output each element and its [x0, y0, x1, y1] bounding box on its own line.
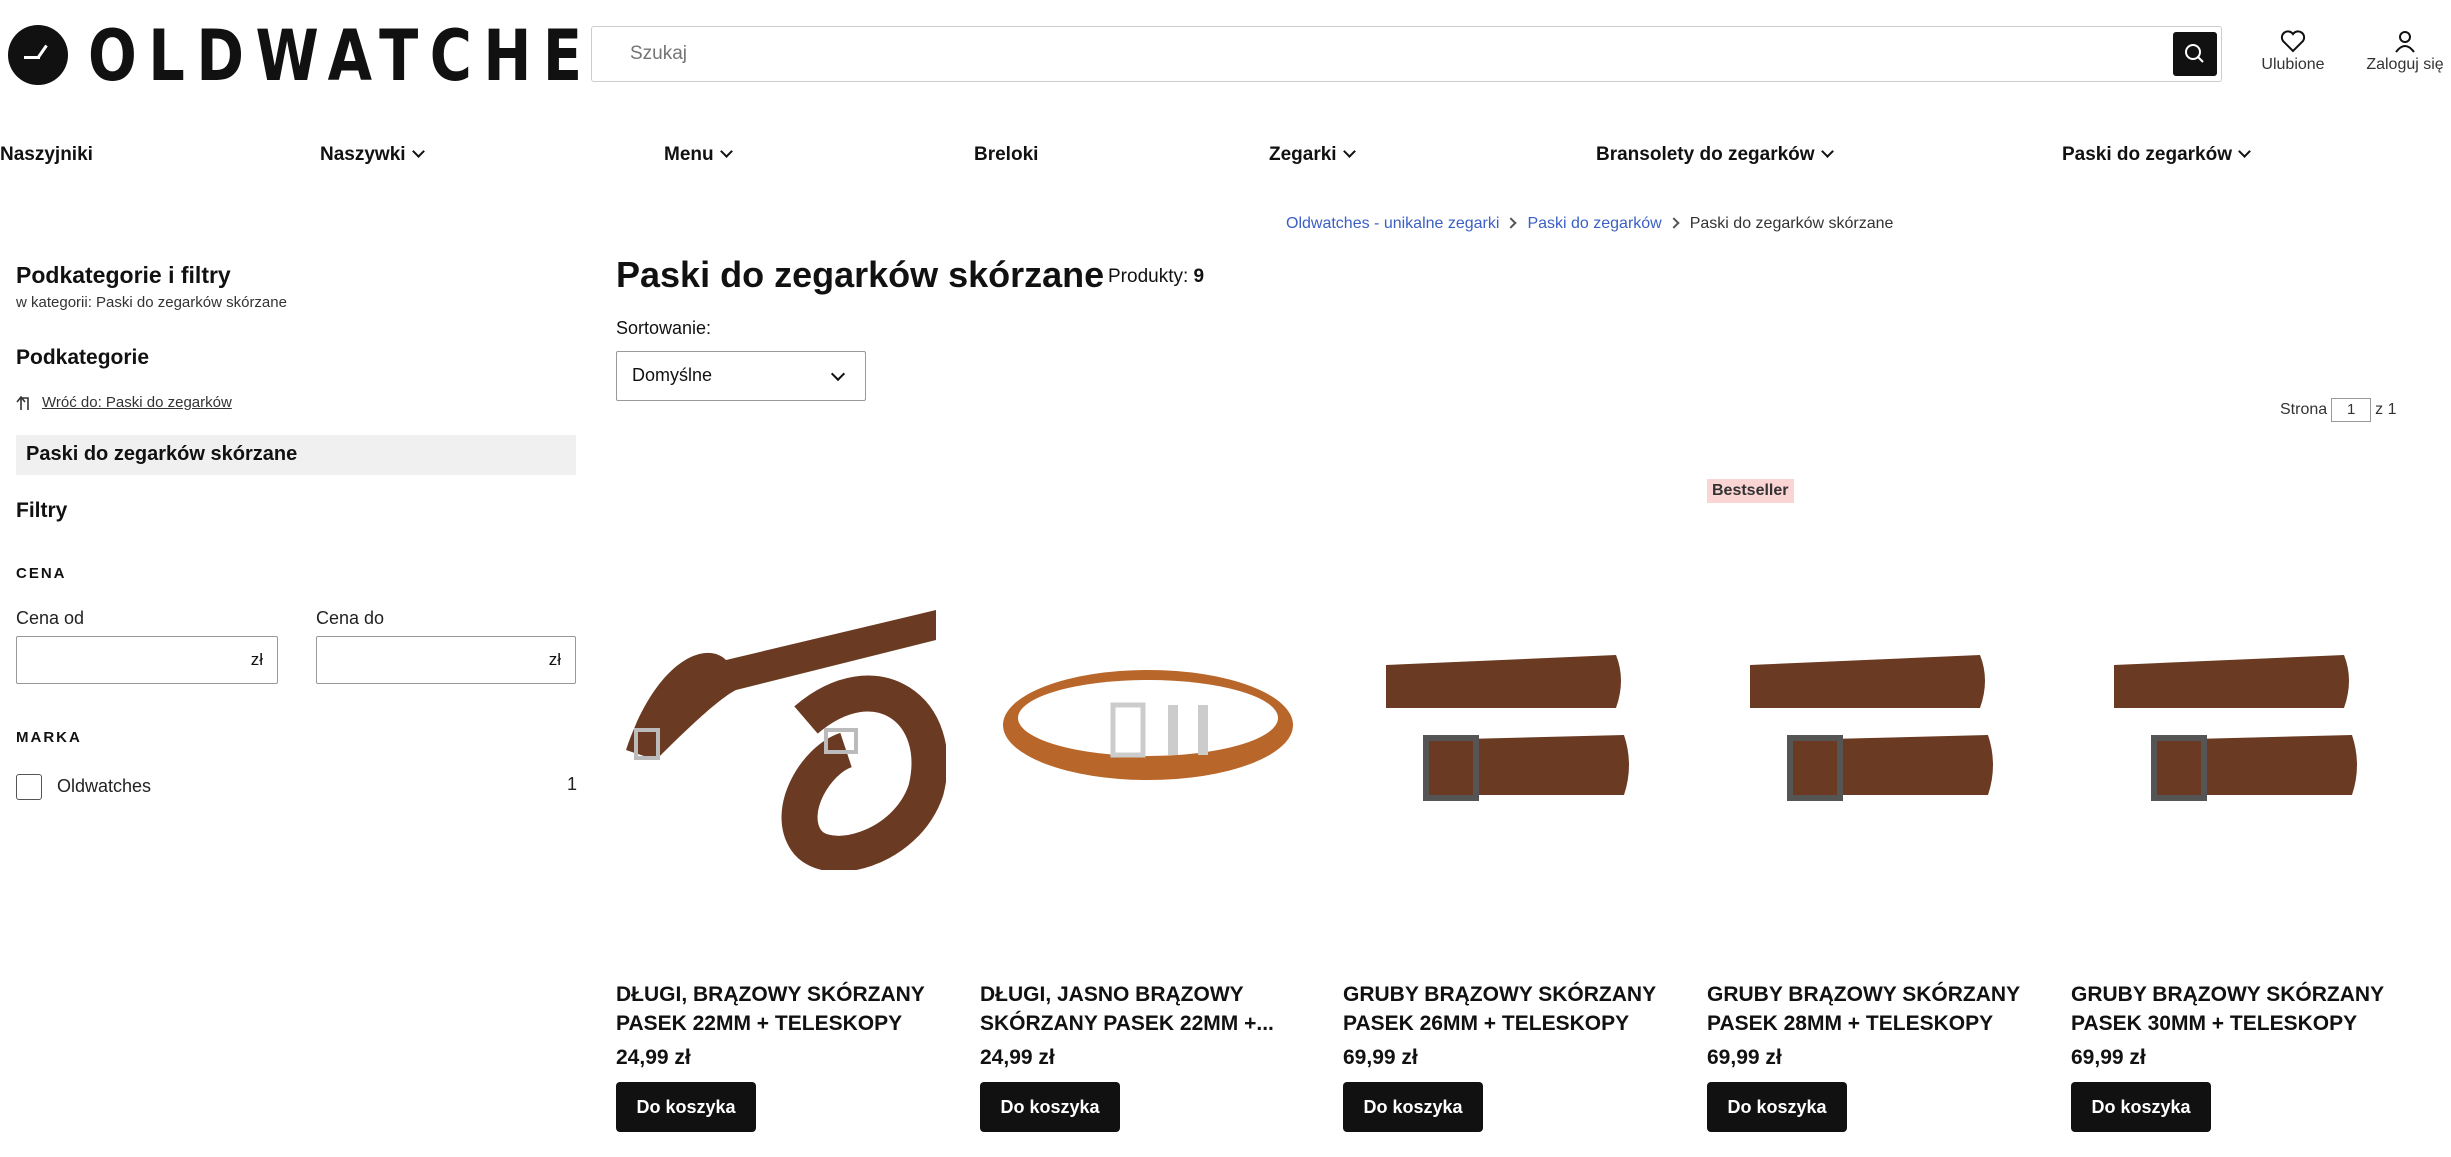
chevron-down-icon — [1342, 145, 1356, 158]
heart-icon — [2280, 30, 2306, 53]
sort-select[interactable]: Domyślne — [616, 351, 866, 401]
add-to-cart-button[interactable]: Do koszyka — [2071, 1082, 2211, 1132]
brand-label[interactable]: Oldwatches — [57, 776, 151, 797]
product-price: 24,99 zł — [616, 1046, 691, 1069]
bestseller-badge: Bestseller — [1707, 479, 1794, 503]
product-image[interactable] — [616, 600, 948, 872]
breadcrumb: Oldwatches - unikalne zegarki Paski do ze… — [1286, 215, 1893, 233]
product-name[interactable]: GRUBY BRĄZOWY SKÓRZANY PASEK 30MM + TELE… — [2071, 980, 2391, 1038]
sort-label: Sortowanie: — [616, 318, 712, 338]
page-input[interactable]: 1 — [2331, 398, 2372, 422]
brand-checkbox[interactable] — [16, 774, 42, 800]
nav-item-naszyjniki[interactable]: Naszyjniki — [0, 144, 93, 166]
add-to-cart-button[interactable]: Do koszyka — [616, 1082, 756, 1132]
nav-item-menu[interactable]: Menu — [664, 144, 733, 166]
subcategories-heading: Podkategorie — [16, 346, 150, 369]
nav-item-zegarki[interactable]: Zegarki — [1269, 144, 1356, 166]
product-count: Produkty: 9 — [1108, 266, 1205, 287]
breadcrumb-home[interactable]: Oldwatches - unikalne zegarki — [1286, 215, 1499, 232]
nav-item-paski[interactable]: Paski do zegarków — [2062, 144, 2251, 166]
price-to-input[interactable]: zł — [316, 636, 576, 684]
search-bar — [591, 26, 2222, 82]
product-price: 69,99 zł — [1707, 1046, 1782, 1069]
product-image[interactable] — [1710, 600, 2040, 870]
product-name[interactable]: DŁUGI, BRĄZOWY SKÓRZANY PASEK 22MM + TEL… — [616, 980, 936, 1038]
price-from-input[interactable]: zł — [16, 636, 278, 684]
sidebar-item-active-category[interactable]: Paski do zegarków skórzane — [16, 435, 576, 475]
price-to-label: Cena do — [316, 608, 385, 628]
product-name[interactable]: DŁUGI, JASNO BRĄZOWY SKÓRZANY PASEK 22MM… — [980, 980, 1300, 1038]
filters-heading: Filtry — [16, 499, 68, 522]
login-link[interactable]: Zaloguj się — [2343, 28, 2451, 74]
user-icon — [2395, 31, 2415, 53]
search-input[interactable] — [592, 27, 2152, 81]
brand-heading: MARKA — [16, 729, 82, 746]
logo-icon[interactable] — [8, 25, 68, 85]
login-label: Zaloguj się — [2366, 56, 2444, 73]
chevron-down-icon — [411, 145, 425, 158]
pagination: Strona 1 z 1 — [2280, 398, 2396, 422]
currency-label: zł — [250, 650, 263, 669]
product-name[interactable]: GRUBY BRĄZOWY SKÓRZANY PASEK 26MM + TELE… — [1343, 980, 1663, 1038]
currency-label: zł — [548, 650, 561, 669]
return-arrow-icon — [16, 395, 29, 411]
product-price: 69,99 zł — [2071, 1046, 2146, 1069]
price-heading: CENA — [16, 565, 67, 582]
page-title: Paski do zegarków skórzane — [616, 254, 1105, 295]
nav-item-bransolety[interactable]: Bransolety do zegarków — [1596, 144, 1834, 166]
chevron-right-icon — [1505, 217, 1518, 229]
product-image[interactable] — [2074, 600, 2404, 870]
product-price: 69,99 zł — [1343, 1046, 1418, 1069]
nav-item-naszywki[interactable]: Naszywki — [320, 144, 425, 166]
search-button[interactable] — [2173, 32, 2217, 76]
product-image[interactable] — [983, 600, 1313, 870]
add-to-cart-button[interactable]: Do koszyka — [1343, 1082, 1483, 1132]
brand-count: 1 — [567, 774, 578, 794]
breadcrumb-parent[interactable]: Paski do zegarków — [1527, 215, 1661, 232]
chevron-right-icon — [1668, 217, 1680, 229]
chevron-down-icon — [1820, 145, 1834, 158]
chevron-down-icon — [2238, 145, 2251, 158]
sidebar-subtitle: w kategorii: Paski do zegarków skórzane — [16, 294, 287, 311]
add-to-cart-button[interactable]: Do koszyka — [1707, 1082, 1847, 1132]
product-name[interactable]: GRUBY BRĄZOWY SKÓRZANY PASEK 28MM + TELE… — [1707, 980, 2027, 1038]
chevron-down-icon — [719, 145, 733, 158]
back-link[interactable]: Wróć do: Paski do zegarków — [16, 394, 232, 412]
sidebar-title: Podkategorie i filtry — [16, 262, 231, 288]
product-price: 24,99 zł — [980, 1046, 1055, 1069]
product-image[interactable] — [1346, 600, 1676, 870]
search-icon — [2185, 44, 2204, 63]
logo[interactable]: OLDWATCHES — [88, 14, 646, 98]
add-to-cart-button[interactable]: Do koszyka — [980, 1082, 1120, 1132]
favorites-link[interactable]: Ulubione — [2233, 28, 2353, 74]
price-from-label: Cena od — [16, 608, 85, 628]
favorites-label: Ulubione — [2261, 56, 2325, 73]
breadcrumb-current: Paski do zegarków skórzane — [1689, 215, 1894, 232]
nav-item-breloki[interactable]: Breloki — [974, 144, 1038, 166]
